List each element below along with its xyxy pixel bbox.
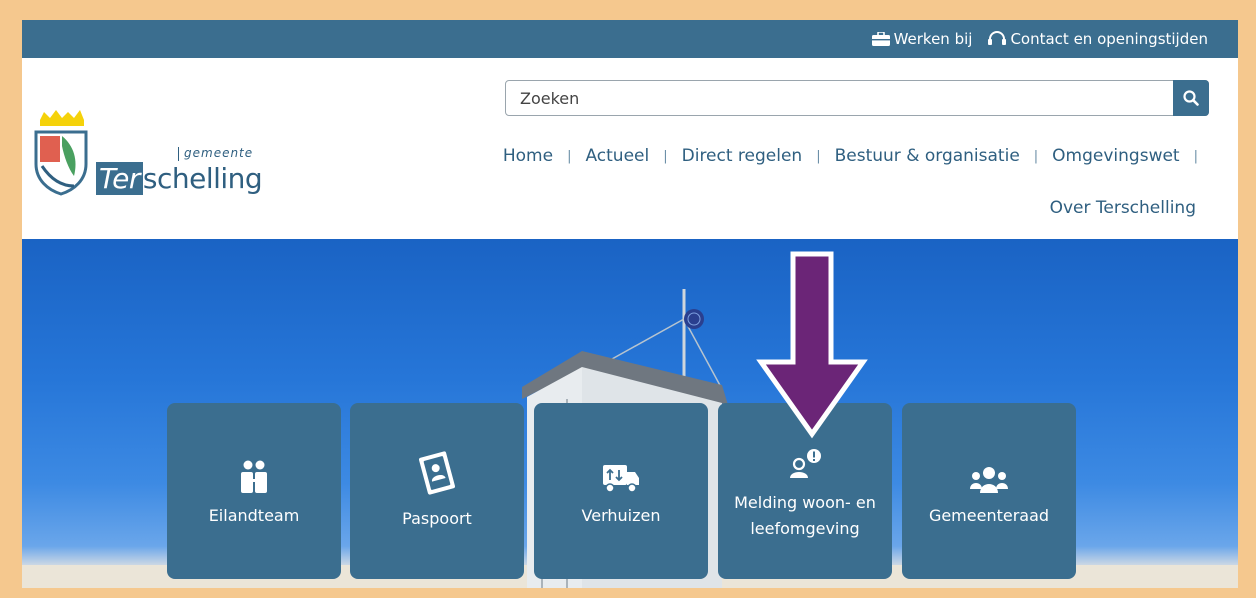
top-bar: Werken bij Contact en openingstijden	[22, 20, 1238, 58]
search-button[interactable]	[1173, 80, 1209, 116]
site-logo[interactable]: gemeente Ter schelling	[34, 106, 274, 206]
nav-bestuur-organisatie[interactable]: Bestuur & organisatie	[835, 146, 1020, 166]
page-frame: Werken bij Contact en openingstijden gem…	[22, 20, 1238, 588]
nav-actueel[interactable]: Actueel	[585, 146, 649, 166]
council-icon	[970, 467, 1008, 493]
nav-separator: |	[1193, 148, 1198, 164]
header: gemeente Terschelling Home | Actueel | D…	[22, 58, 1238, 239]
logo-name-part1: Ter	[96, 162, 143, 195]
tile-label: Melding woon- en leefomgeving	[734, 493, 876, 538]
nav-separator: |	[567, 148, 572, 164]
nav-over-terschelling[interactable]: Over Terschelling	[1050, 198, 1196, 218]
logo-name-part2: schelling	[142, 162, 263, 195]
tile-eilandteam[interactable]: Eilandteam	[167, 403, 341, 579]
headset-icon	[988, 31, 1007, 47]
coat-of-arms-icon	[34, 110, 88, 196]
logo-wordmark: Ter schelling	[96, 162, 263, 195]
tile-verhuizen[interactable]: Verhuizen	[534, 403, 708, 579]
search-input[interactable]	[506, 81, 1166, 115]
werken-bij-label: Werken bij	[893, 30, 973, 48]
logo-gemeente-text: gemeente	[177, 146, 254, 161]
annotation-arrow	[756, 251, 868, 439]
moving-truck-icon	[603, 465, 639, 493]
tile-paspoort[interactable]: Paspoort	[350, 403, 524, 579]
people-icon	[241, 460, 267, 493]
tile-label: Eilandteam	[208, 506, 300, 525]
search-icon	[1183, 90, 1199, 106]
passport-icon	[419, 451, 455, 495]
briefcase-icon	[871, 32, 890, 46]
tile-label: Gemeenteraad	[928, 506, 1050, 525]
nav-omgevingswet[interactable]: Omgevingswet	[1052, 146, 1179, 166]
werken-bij-link[interactable]: Werken bij	[871, 30, 973, 48]
tile-label: Verhuizen	[581, 506, 661, 525]
main-nav: Home | Actueel | Direct regelen | Bestuu…	[503, 146, 1198, 166]
nav-home[interactable]: Home	[503, 146, 553, 166]
contact-label: Contact en openingstijden	[1010, 30, 1208, 48]
nav-separator: |	[1033, 148, 1039, 164]
contact-link[interactable]: Contact en openingstijden	[988, 30, 1208, 48]
search-box	[505, 80, 1209, 116]
tile-gemeenteraad[interactable]: Gemeenteraad	[902, 403, 1076, 579]
nav-direct-regelen[interactable]: Direct regelen	[682, 146, 803, 166]
hero-banner: Eilandteam Paspoort Verhuizen Melding wo…	[22, 239, 1238, 588]
tile-label: Paspoort	[402, 509, 472, 528]
nav-separator: |	[816, 148, 821, 164]
report-icon	[790, 449, 821, 478]
nav-separator: |	[663, 148, 668, 164]
